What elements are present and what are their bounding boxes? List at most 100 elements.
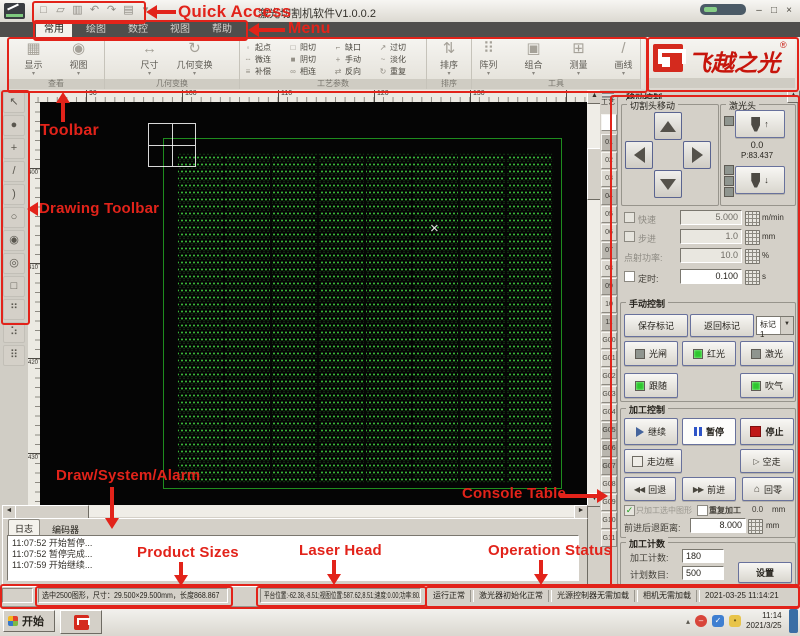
plan-field[interactable]: 500: [682, 566, 724, 580]
numpad-icon[interactable]: [748, 519, 763, 534]
ribbon-small-button-r2c1[interactable]: ∞相连: [289, 66, 334, 77]
tab-常用[interactable]: 常用: [36, 22, 72, 37]
layer-button-G00[interactable]: G00: [601, 332, 617, 349]
ribbon-small-button-r0c3[interactable]: ↗过切: [379, 42, 424, 53]
drawing-tool-dots-grid[interactable]: ⠿: [3, 345, 25, 366]
ribbon-button-sort[interactable]: ⇅排序▾: [428, 39, 470, 77]
laser-head-down-button[interactable]: ↓: [735, 166, 785, 194]
layer-button-G05[interactable]: G05: [601, 422, 617, 439]
ribbon-button-draw-line[interactable]: /画线▾: [603, 39, 645, 77]
ribbon-small-button-r1c2[interactable]: +手动: [334, 54, 379, 65]
drawing-tool-line[interactable]: /: [3, 161, 25, 182]
numpad-icon[interactable]: [745, 249, 760, 264]
layer-button-08[interactable]: 08: [601, 260, 617, 277]
drawing-tool-dot-circle[interactable]: ◉: [3, 230, 25, 251]
hscrollbar-thumb[interactable]: [15, 505, 89, 519]
drawing-tool-rect[interactable]: □: [3, 276, 25, 297]
jog-field-2[interactable]: 10.0: [680, 248, 742, 263]
ribbon-button-view[interactable]: ◉视图▾: [58, 39, 100, 77]
layer-button-G07[interactable]: G07: [601, 458, 617, 475]
home-button[interactable]: ⌂回零: [742, 477, 794, 501]
laser-head-up-button[interactable]: ↑: [735, 110, 785, 138]
jog-down-button[interactable]: [654, 170, 682, 198]
mark-select[interactable]: 标记1 ▼: [756, 316, 794, 335]
layer-button-G01[interactable]: G01: [601, 350, 617, 367]
ribbon-small-button-r0c1[interactable]: □阳切: [289, 42, 334, 53]
ribbon-small-button-r0c2[interactable]: ⌐缺口: [334, 42, 379, 53]
drawing-tool-circle[interactable]: ○: [3, 207, 25, 228]
save-mark-button[interactable]: 保存标记: [624, 314, 688, 337]
undo-icon[interactable]: ↶: [88, 4, 101, 17]
drawing-tool-select[interactable]: ↖: [3, 92, 25, 113]
drawing-tool-dots-scatter[interactable]: ⠵: [3, 322, 25, 343]
layer-button-10[interactable]: 10: [601, 296, 617, 313]
maximize-button[interactable]: □: [768, 4, 780, 17]
toggle-button-红光[interactable]: 红光: [682, 341, 736, 366]
tray-expand-icon[interactable]: ▴: [686, 617, 690, 626]
step-distance-field[interactable]: 8.000: [690, 518, 746, 533]
drawing-tool-shape[interactable]: ●: [3, 115, 25, 136]
count-field[interactable]: 180: [682, 549, 724, 563]
back-button[interactable]: ◀◀回退: [624, 477, 676, 501]
ribbon-button-combine[interactable]: ▣组合▾: [513, 39, 555, 77]
repeat-checkbox[interactable]: [697, 505, 708, 516]
layer-button-G10[interactable]: G10: [601, 512, 617, 529]
drawing-canvas[interactable]: ×: [40, 102, 587, 505]
ribbon-button-measure[interactable]: ⊞测量▾: [558, 39, 600, 77]
open-folder-icon[interactable]: ▱: [54, 4, 67, 17]
jog-field-0[interactable]: 5.000: [680, 210, 742, 225]
toggle-button-跟随[interactable]: 跟随: [624, 373, 678, 398]
layer-button-01[interactable]: 01: [601, 134, 617, 151]
ribbon-button-array[interactable]: ⠿阵列▾: [468, 39, 510, 77]
tray-language-icon[interactable]: [789, 609, 798, 633]
log-list[interactable]: 11:07:52 开始暂停...11:07:52 暂停完成...11:07:59…: [7, 535, 579, 581]
canvas-hscrollbar[interactable]: [2, 505, 586, 517]
jog-field-1[interactable]: 1.0: [680, 229, 742, 244]
layer-button-05[interactable]: 05: [601, 206, 617, 223]
more-dropdown-icon[interactable]: ▾: [139, 4, 152, 17]
layer-button-03[interactable]: 03: [601, 170, 617, 187]
print-icon[interactable]: ▤: [122, 4, 135, 17]
drawing-tool-point[interactable]: +: [3, 138, 25, 159]
jog-field-3[interactable]: 0.100: [680, 269, 742, 284]
ribbon-small-button-r2c3[interactable]: ↻重复: [379, 66, 424, 77]
ribbon-button-transform[interactable]: ↻几何变换▾: [174, 39, 216, 77]
ribbon-small-button-r1c0[interactable]: ┄微连: [244, 54, 289, 65]
close-button[interactable]: ×: [783, 4, 795, 17]
tab-log[interactable]: 日志: [8, 519, 40, 536]
jog-checkbox-0[interactable]: [624, 212, 635, 223]
jog-right-button[interactable]: [683, 141, 711, 169]
ribbon-small-button-r0c0[interactable]: ◦起点: [244, 42, 289, 53]
ribbon-small-button-r2c0[interactable]: ≡补偿: [244, 66, 289, 77]
new-file-icon[interactable]: □: [37, 4, 50, 17]
layer-button-06[interactable]: 06: [601, 224, 617, 241]
numpad-icon[interactable]: [745, 270, 760, 285]
layer-button-07[interactable]: 07: [601, 242, 617, 259]
drawing-tool-arc[interactable]: ): [3, 184, 25, 205]
ribbon-small-button-r1c3[interactable]: ~淡化: [379, 54, 424, 65]
layer-button-02[interactable]: 02: [601, 152, 617, 169]
set-button[interactable]: 设置: [738, 562, 792, 583]
taskbar-app-button[interactable]: [60, 610, 102, 634]
only-selected-checkbox[interactable]: ✓: [624, 505, 635, 516]
tray-shield-icon[interactable]: ✓: [712, 615, 724, 627]
toggle-button-激光[interactable]: 激光: [740, 341, 794, 366]
scroll-left-button[interactable]: ◄: [2, 505, 16, 519]
toggle-button-光闸[interactable]: 光闸: [624, 341, 678, 366]
ribbon-button-size[interactable]: ↔尺寸▾: [129, 39, 171, 77]
tab-数控[interactable]: 数控: [120, 22, 156, 37]
jog-checkbox-1[interactable]: [624, 231, 635, 242]
tray-lock-icon[interactable]: •: [729, 615, 741, 627]
jog-checkbox-3[interactable]: [624, 271, 635, 282]
redo-icon[interactable]: ↷: [105, 4, 118, 17]
pause-button[interactable]: 暂停: [682, 418, 736, 445]
return-mark-button[interactable]: 返回标记: [690, 314, 754, 337]
layer-button-G04[interactable]: G04: [601, 404, 617, 421]
scroll-right-button[interactable]: ►: [574, 505, 588, 519]
layer-button-11[interactable]: 11: [601, 314, 617, 331]
layer-button-09[interactable]: 09: [601, 278, 617, 295]
dry-run-button[interactable]: ▷空走: [740, 449, 794, 473]
tab-视图[interactable]: 视图: [162, 22, 198, 37]
layer-button-G08[interactable]: G08: [601, 476, 617, 493]
layer-button-G06[interactable]: G06: [601, 440, 617, 457]
